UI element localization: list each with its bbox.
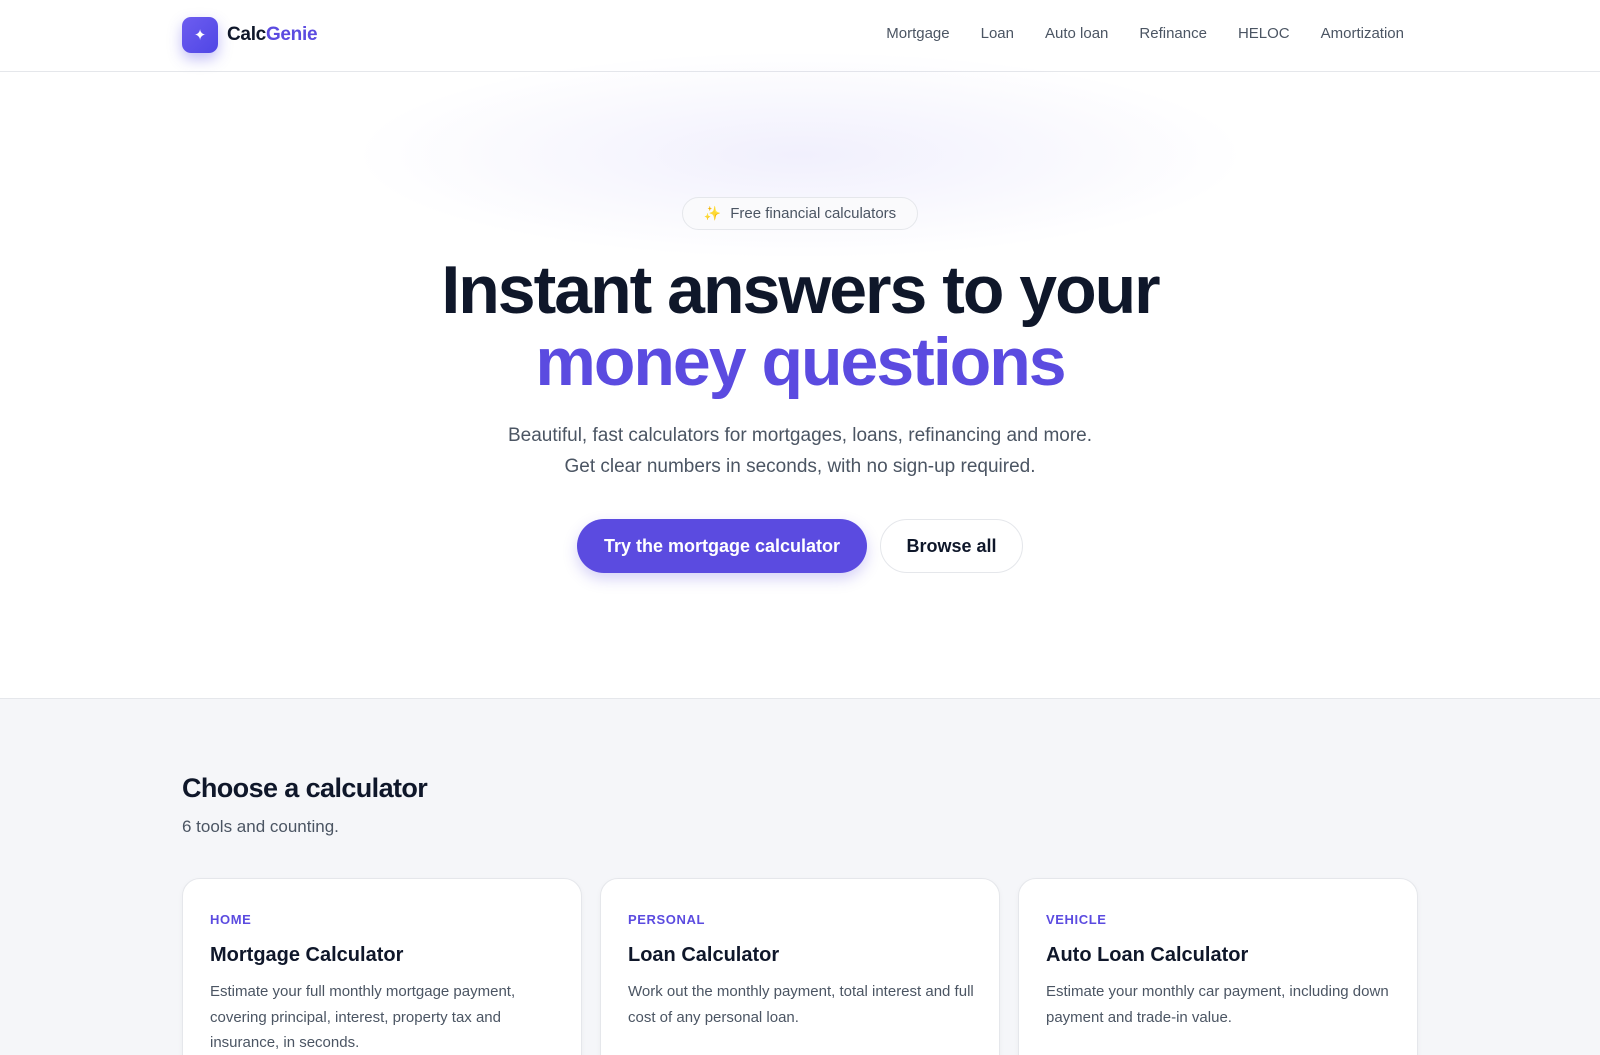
card-title: Loan Calculator — [628, 944, 780, 966]
calculator-card-loan[interactable]: PERSONAL Loan Calculator Work out the mo… — [600, 878, 1000, 1055]
brand-name-part2: Genie — [265, 24, 318, 45]
card-description: Work out the monthly payment, total inte… — [628, 983, 974, 1026]
section-title: Choose a calculator — [182, 773, 428, 803]
hero-badge: ✨ Free financial calculators — [682, 197, 918, 230]
card-category: VEHICLE — [1046, 912, 1107, 927]
hero-subtitle-line1: Beautiful, fast calculators for mortgage… — [507, 425, 1093, 446]
logo[interactable]: ✦ CalcGenie — [182, 17, 318, 53]
card-category: PERSONAL — [628, 912, 706, 927]
nav-link-mortgage[interactable]: Mortgage — [886, 25, 949, 42]
brand-name-part1: Calc — [227, 24, 266, 45]
hero-subtitle-line2: Get clear numbers in seconds, with no si… — [564, 456, 1036, 477]
hero-title-line2: money questions — [535, 324, 1066, 400]
brand-name: CalcGenie — [227, 24, 318, 46]
card-title: Mortgage Calculator — [210, 944, 404, 966]
nav-link-amortization[interactable]: Amortization — [1321, 25, 1404, 42]
nav-link-heloc[interactable]: HELOC — [1238, 25, 1290, 42]
browse-all-button[interactable]: Browse all — [880, 519, 1023, 573]
sparkle-logo-icon: ✦ — [182, 17, 218, 53]
hero-badge-label: Free financial calculators — [730, 205, 897, 222]
card-description: Estimate your monthly car payment, inclu… — [1046, 983, 1389, 1026]
calculators-section: Choose a calculator 6 tools and counting… — [0, 698, 1600, 1055]
hero-title-line1: Instant answers to your — [441, 252, 1160, 328]
nav-link-loan[interactable]: Loan — [981, 25, 1014, 42]
try-mortgage-calculator-button[interactable]: Try the mortgage calculator — [577, 519, 867, 573]
sparkles-icon: ✨ — [703, 205, 722, 221]
section-subtitle: 6 tools and counting. — [182, 817, 339, 836]
calculator-card-auto-loan[interactable]: VEHICLE Auto Loan Calculator Estimate yo… — [1018, 878, 1418, 1055]
card-title: Auto Loan Calculator — [1046, 944, 1249, 966]
calculator-card-mortgage[interactable]: HOME Mortgage Calculator Estimate your f… — [182, 878, 582, 1055]
card-description: Estimate your full monthly mortgage paym… — [210, 983, 516, 1051]
main-nav: Mortgage Loan Auto loan Refinance HELOC … — [855, 25, 1404, 42]
nav-link-auto-loan[interactable]: Auto loan — [1045, 25, 1108, 42]
card-category: HOME — [210, 912, 252, 927]
nav-link-refinance[interactable]: Refinance — [1139, 25, 1207, 42]
